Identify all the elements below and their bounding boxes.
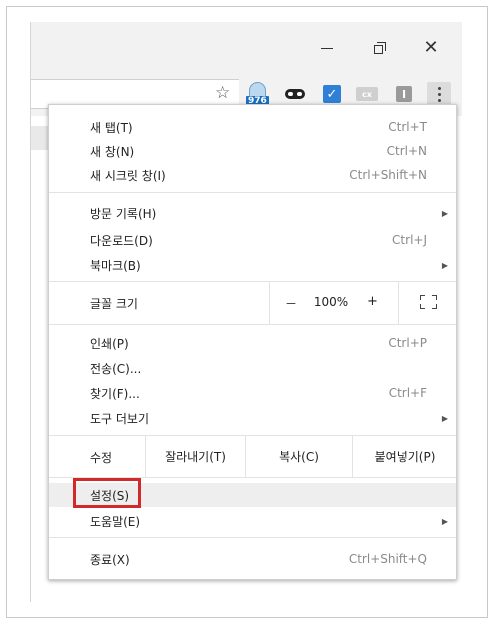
minimize-button[interactable] xyxy=(313,36,341,60)
menu-item-exit[interactable]: 종료(X) Ctrl+Shift+Q xyxy=(49,547,456,571)
restore-icon xyxy=(374,42,386,54)
menu-item-history[interactable]: 방문 기록(H) ▶ xyxy=(49,201,456,225)
incognito-extension-button[interactable] xyxy=(283,82,307,106)
chrome-menu-button[interactable] xyxy=(427,82,451,106)
close-button[interactable]: ✕ xyxy=(417,36,445,60)
fullscreen-icon[interactable] xyxy=(420,295,437,309)
menu-item-print[interactable]: 인쇄(P) Ctrl+P xyxy=(49,331,456,355)
edit-row: 수정 잘라내기(T) 복사(C) 붙여넣기(P) xyxy=(49,435,456,477)
menu-item-help[interactable]: 도움말(E) ▶ xyxy=(49,509,456,533)
checkmark-extension-icon: ✓ xyxy=(323,85,341,103)
menu-item-new-tab[interactable]: 새 탭(T) Ctrl+T xyxy=(49,115,456,139)
settings-highlight-box xyxy=(73,478,141,508)
submenu-arrow-icon: ▶ xyxy=(441,208,448,218)
zoom-out-button[interactable]: － xyxy=(285,295,297,312)
paste-button[interactable]: 붙여넣기(P) xyxy=(352,435,457,477)
cx-extension-icon: cx xyxy=(356,87,378,101)
zoom-row: 글꼴 크기 － 100% + xyxy=(49,282,456,324)
gray-extension-button[interactable]: I xyxy=(392,82,416,106)
cut-button[interactable]: 잘라내기(T) xyxy=(145,435,245,477)
menu-item-more-tools[interactable]: 도구 더보기 ▶ xyxy=(49,406,456,430)
kebab-menu-icon xyxy=(437,86,441,102)
checkmark-extension-button[interactable]: ✓ xyxy=(320,82,344,106)
menu-divider xyxy=(49,537,456,538)
menu-divider xyxy=(49,324,456,325)
incognito-mask-icon xyxy=(285,89,305,99)
menu-item-downloads[interactable]: 다운로드(D) Ctrl+J xyxy=(49,228,456,252)
zoom-level: 100% xyxy=(313,295,349,309)
title-bar: ✕ xyxy=(31,22,462,72)
menu-item-new-window[interactable]: 새 창(N) Ctrl+N xyxy=(49,139,456,163)
gray-square-extension-icon: I xyxy=(396,86,412,102)
menu-item-new-incognito[interactable]: 새 시크릿 창(I) Ctrl+Shift+N xyxy=(49,163,456,187)
minimize-icon xyxy=(321,47,333,49)
zoom-in-button[interactable]: + xyxy=(367,294,378,309)
menu-divider xyxy=(49,192,456,193)
copy-button[interactable]: 복사(C) xyxy=(245,435,352,477)
badge-counter-extension-button[interactable]: 976 xyxy=(245,82,269,107)
submenu-arrow-icon: ▶ xyxy=(441,260,448,270)
bookmark-star-icon[interactable]: ☆ xyxy=(215,85,230,102)
menu-item-bookmarks[interactable]: 북마크(B) ▶ xyxy=(49,253,456,277)
chrome-main-menu: 새 탭(T) Ctrl+T 새 창(N) Ctrl+N 새 시크릿 창(I) C… xyxy=(48,104,457,580)
menu-item-cast[interactable]: 전송(C)... xyxy=(49,356,456,380)
maximize-button[interactable] xyxy=(366,36,394,60)
cx-extension-button[interactable]: cx xyxy=(355,82,379,106)
submenu-arrow-icon: ▶ xyxy=(441,516,448,526)
menu-item-find[interactable]: 찾기(F)... Ctrl+F xyxy=(49,381,456,405)
close-icon: ✕ xyxy=(423,37,439,58)
submenu-arrow-icon: ▶ xyxy=(441,413,448,423)
